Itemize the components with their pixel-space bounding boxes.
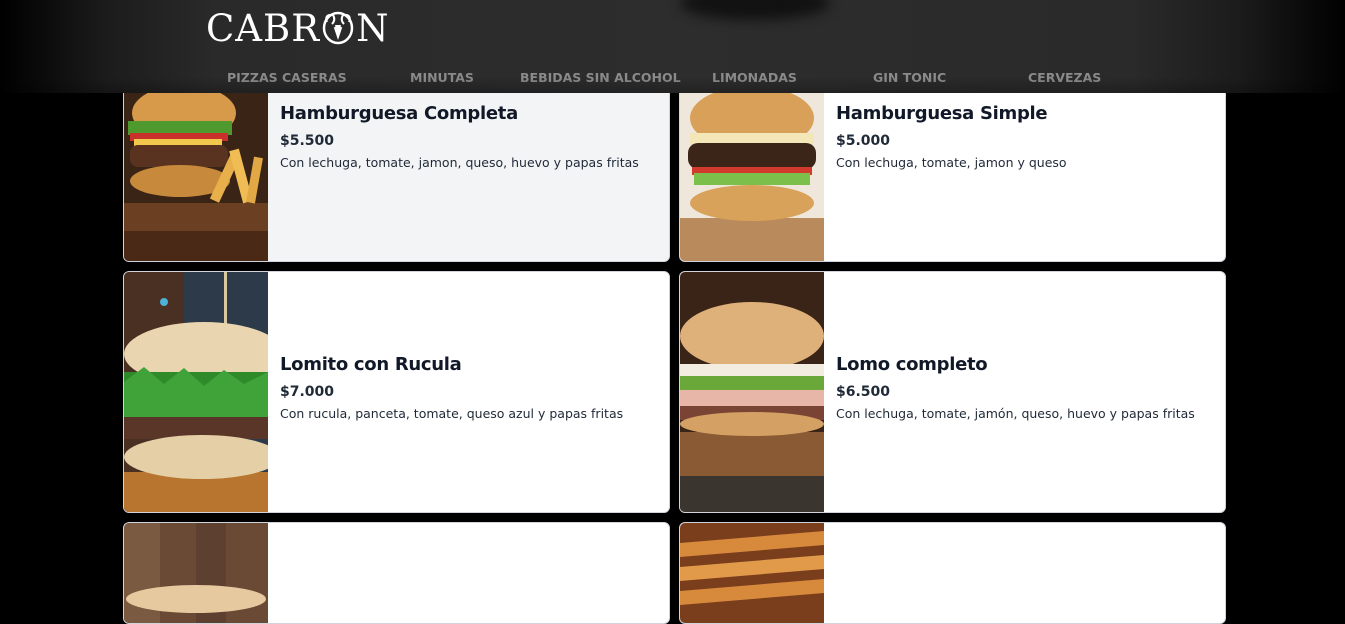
nav-limonadas[interactable]: LIMONADAS: [712, 68, 797, 88]
menu-item-title: Lomo completo: [836, 354, 988, 375]
menu-item-card[interactable]: [123, 522, 670, 624]
nav-cervezas[interactable]: CERVEZAS: [1028, 68, 1101, 88]
menu-item-title: Hamburguesa Simple: [836, 103, 1048, 124]
menu-item-price: $7.000: [280, 384, 335, 400]
menu-item-description: Con lechuga, tomate, jamón, queso, huevo…: [836, 406, 1195, 421]
broken-image-placeholder: [1178, 590, 1226, 598]
lomito-con-rucula-image: [124, 272, 268, 512]
menu-item-description: Con lechuga, tomate, jamon, queso, huevo…: [280, 155, 639, 170]
menu-item-image: [124, 523, 268, 623]
logo-text-suffix: N: [356, 6, 390, 50]
menu-item-image: [680, 523, 824, 623]
nav-pizzas-caseras[interactable]: PIZZAS CASERAS: [227, 68, 347, 88]
menu-item-card[interactable]: Lomo completo $6.500 Con lechuga, tomate…: [679, 271, 1226, 513]
menu-item-title: Hamburguesa Completa: [280, 103, 518, 124]
menu-item-description: Con lechuga, tomate, jamon y queso: [836, 155, 1067, 170]
menu-item-card[interactable]: [679, 522, 1226, 624]
menu-item-info: Lomito con Rucula $7.000 Con rucula, pan…: [280, 354, 661, 421]
site-header: CABR N PIZZAS CASERAS MINUTAS BEBIDAS SI…: [0, 0, 1345, 93]
menu-item-description: Con rucula, panceta, tomate, queso azul …: [280, 406, 624, 421]
nav-minutas[interactable]: MINUTAS: [410, 68, 474, 88]
menu-item-price: $5.500: [280, 133, 335, 149]
menu-item-price: $5.000: [836, 133, 891, 149]
nav-gin-tonic[interactable]: GIN TONIC: [873, 68, 946, 88]
category-nav: PIZZAS CASERAS MINUTAS BEBIDAS SIN ALCOH…: [0, 68, 1345, 88]
menu-item-price: $6.500: [836, 384, 891, 400]
ram-head-icon: [322, 11, 354, 45]
site-logo[interactable]: CABR N: [206, 6, 389, 50]
menu-item-info: Lomo completo $6.500 Con lechuga, tomate…: [836, 354, 1217, 421]
menu-item-title: Lomito con Rucula: [280, 354, 462, 375]
logo-text-prefix: CABR: [206, 6, 321, 50]
menu-item-info: Hamburguesa Simple $5.000 Con lechuga, t…: [836, 103, 1217, 170]
nav-bebidas-sin-alcohol[interactable]: BEBIDAS SIN ALCOHOL: [520, 68, 681, 88]
menu-item-info: Hamburguesa Completa $5.500 Con lechuga,…: [280, 103, 661, 170]
lomo-completo-image: [680, 272, 824, 512]
header-shadow: [680, 0, 830, 20]
menu-item-card[interactable]: Lomito con Rucula $7.000 Con rucula, pan…: [123, 271, 670, 513]
